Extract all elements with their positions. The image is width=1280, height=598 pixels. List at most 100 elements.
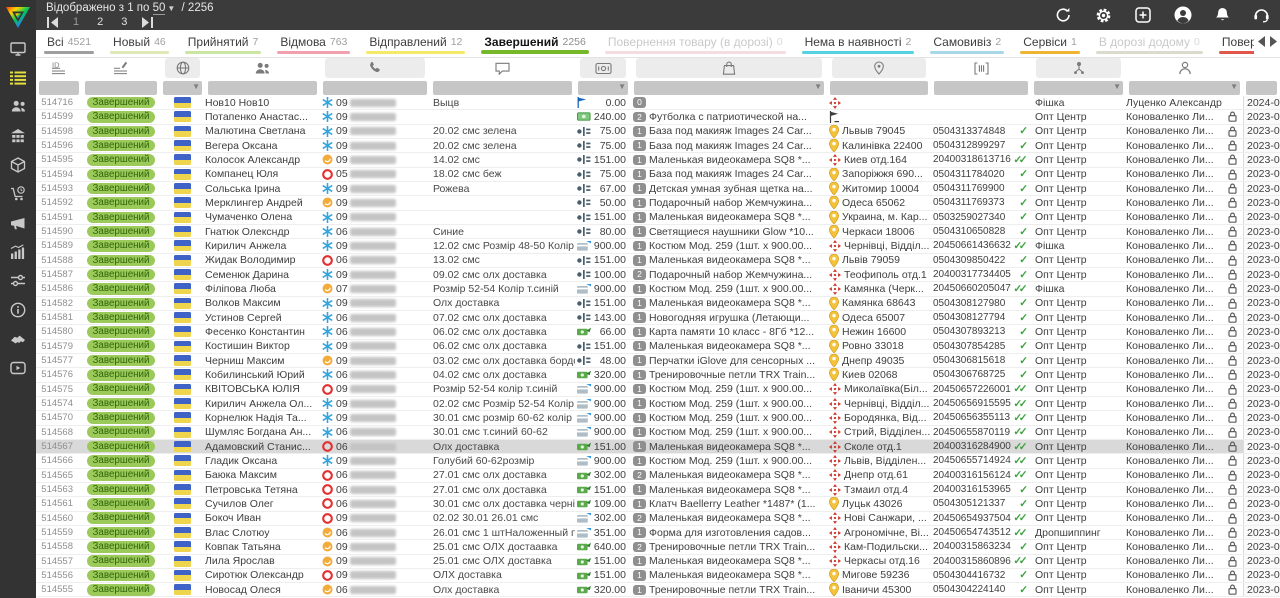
table-row[interactable]: 514574 Завершений Кирилич Анжела Ол... 0… xyxy=(36,397,1280,411)
sidebar-item-statistics[interactable] xyxy=(0,237,36,266)
table-row[interactable]: 514592 Завершений Мерклингер Андрей 09 5… xyxy=(36,196,1280,210)
table-row[interactable]: 514556 Завершений Сиротюк Олександр 09 О… xyxy=(36,569,1280,583)
filter-input-nm[interactable] xyxy=(208,81,317,95)
table-row[interactable]: 514598 Завершений Малютина Светлана 09 2… xyxy=(36,125,1280,139)
table-row[interactable]: 514570 Завершений Корнелюк Надія Та... 0… xyxy=(36,411,1280,425)
table-row[interactable]: 514593 Завершений Сольська Ірина 09 Роже… xyxy=(36,182,1280,196)
filter-input-st[interactable] xyxy=(85,81,157,95)
last-page-icon[interactable] xyxy=(141,17,154,28)
tab-vsi[interactable]: Всі 4521 xyxy=(36,30,102,57)
per-page-select[interactable]: 50 xyxy=(153,2,166,15)
tab-vidpravlenyi[interactable]: Відправлений 12 xyxy=(358,30,473,57)
column-header-mn[interactable] xyxy=(575,57,631,79)
tab-v-dorozi-dodomu[interactable]: В дорозі додому 0 xyxy=(1088,30,1211,57)
table-row[interactable]: 514716 Завершений Нов10 Нов10 09 Выцв 0.… xyxy=(36,96,1280,110)
sidebar-item-orders[interactable] xyxy=(0,63,36,92)
avatar-icon[interactable] xyxy=(1174,6,1192,24)
table-row[interactable]: 514566 Завершений Гладик Оксана 09 Голуб… xyxy=(36,454,1280,468)
tab-samovyviz[interactable]: Самовивіз 2 xyxy=(922,30,1012,57)
tab-povernennia-tovaru-v-dorozi[interactable]: Повернення товару (в дорозі) 0 xyxy=(597,30,794,57)
table-row[interactable]: 514575 Завершений КВІТОВСЬКА ЮЛІЯ 09 Роз… xyxy=(36,383,1280,397)
table-row[interactable]: 514581 Завершений Устинов Сергей 06 07.0… xyxy=(36,311,1280,325)
table-row[interactable]: 514560 Завершений Бокоч Иван 09 02.02 30… xyxy=(36,512,1280,526)
tab-novyi[interactable]: Новый 46 xyxy=(102,30,177,57)
sidebar-item-partners[interactable] xyxy=(0,324,36,353)
table-row[interactable]: 514595 Завершений Колосок Александр 09 1… xyxy=(36,153,1280,167)
filter-input-mg[interactable]: ▼ xyxy=(1129,81,1240,95)
table-row[interactable]: 514563 Завершений Петровська Тетяна 06 2… xyxy=(36,483,1280,497)
sidebar-item-products[interactable] xyxy=(0,150,36,179)
filter-input-mn[interactable]: ▼ xyxy=(578,81,628,95)
page-number-3[interactable]: 3 xyxy=(117,16,131,28)
table-row[interactable]: 514599 Завершений Потапенко Анастас... 0… xyxy=(36,110,1280,124)
column-header-fl[interactable] xyxy=(160,57,205,79)
sidebar-item-company[interactable] xyxy=(0,121,36,150)
table-row[interactable]: 514577 Завершений Черниш Максим 09 03.02… xyxy=(36,354,1280,368)
filter-input-pr[interactable]: ▼ xyxy=(634,81,824,95)
column-header-dt[interactable] xyxy=(1243,57,1280,79)
table-row[interactable]: 514586 Завершений Філіпова Люба 07 Розмі… xyxy=(36,282,1280,296)
bell-icon[interactable] xyxy=(1215,7,1230,23)
column-header-nm[interactable] xyxy=(205,57,320,79)
tab-label: Сервіси xyxy=(1023,35,1067,49)
tab-vidmova[interactable]: Відмова 763 xyxy=(269,30,358,57)
table-row[interactable]: 514587 Завершений Семенюк Дарина 09 09.0… xyxy=(36,268,1280,282)
support-icon[interactable] xyxy=(1253,7,1270,23)
page-number-1[interactable]: 1 xyxy=(69,16,83,28)
table-row[interactable]: 514591 Завершений Чумаченко Олена 09 151… xyxy=(36,211,1280,225)
filter-input-fl[interactable]: ▼ xyxy=(163,81,202,95)
column-header-st[interactable] xyxy=(82,57,160,79)
tab-scroll-right-icon[interactable] xyxy=(1269,36,1278,47)
tab-pryiniatyi[interactable]: Прийнятий 7 xyxy=(177,30,270,57)
filter-input-dt[interactable] xyxy=(1246,81,1277,95)
table-row[interactable]: 514589 Завершений Кирилич Анжела 09 12.0… xyxy=(36,239,1280,253)
tab-servisy[interactable]: Сервіси 1 xyxy=(1012,30,1088,57)
table-row[interactable]: 514594 Завершений Компанец Юля 05 18.02 … xyxy=(36,168,1280,182)
table-row[interactable]: 514565 Завершений Баюка Максим 06 27.01 … xyxy=(36,469,1280,483)
table-row[interactable]: 514568 Завершений Шумляс Богдана Ан... 0… xyxy=(36,426,1280,440)
filter-input-cm[interactable] xyxy=(433,81,572,95)
tab-nema-v-naiavnosti[interactable]: Нема в наявності 2 xyxy=(794,30,923,57)
column-header-pr[interactable] xyxy=(631,57,827,79)
sidebar-item-purchases[interactable] xyxy=(0,179,36,208)
column-header-ph[interactable] xyxy=(320,57,430,79)
add-icon[interactable] xyxy=(1135,7,1151,23)
table-row[interactable]: 514557 Завершений Лила Ярослав 09 25.01 … xyxy=(36,555,1280,569)
sidebar-item-tutorials[interactable] xyxy=(0,353,36,382)
column-header-id[interactable]: ID xyxy=(36,57,82,79)
column-header-mg[interactable] xyxy=(1126,57,1243,79)
column-header-sc[interactable] xyxy=(1031,57,1126,79)
sidebar-item-clients[interactable] xyxy=(0,92,36,121)
tab-zavershenyi[interactable]: Завершений 2256 xyxy=(473,30,596,57)
tab-povernennia-zavershenyi[interactable]: Повернення (завершений) 125 xyxy=(1211,30,1254,57)
table-row[interactable]: 514596 Завершений Вегера Оксана 09 20.02… xyxy=(36,139,1280,153)
sidebar-item-settings[interactable] xyxy=(0,266,36,295)
filter-input-tt[interactable] xyxy=(934,81,1028,95)
table-row[interactable]: 514582 Завершений Волков Максим 09 Олх д… xyxy=(36,297,1280,311)
filter-input-sc[interactable]: ▼ xyxy=(1034,81,1123,95)
table-row[interactable]: 514588 Завершений Жидак Володимир 06 13.… xyxy=(36,254,1280,268)
filter-input-ph[interactable] xyxy=(323,81,427,95)
tab-scroll-left-icon[interactable] xyxy=(1257,36,1266,47)
refresh-icon[interactable] xyxy=(1055,7,1072,23)
first-page-icon[interactable] xyxy=(46,17,59,28)
table-row[interactable]: 514576 Завершений Кобилинський Юрий 06 0… xyxy=(36,368,1280,382)
table-row[interactable]: 514590 Завершений Гнатюк Олексндр 06 Син… xyxy=(36,225,1280,239)
table-row[interactable]: 514579 Завершений Костишин Виктор 09 06.… xyxy=(36,340,1280,354)
filter-input-lc[interactable] xyxy=(830,81,928,95)
table-row[interactable]: 514555 Завершений Новосад Олеся 06 Олх д… xyxy=(36,583,1280,597)
column-header-lc[interactable] xyxy=(827,57,931,79)
table-row[interactable]: 514567 Завершений Адамовский Станис... 0… xyxy=(36,440,1280,454)
table-row[interactable]: 514561 Завершений Сучилов Олег 06 30.01 … xyxy=(36,497,1280,511)
column-header-tt[interactable] xyxy=(931,57,1031,79)
sidebar-item-info[interactable] xyxy=(0,295,36,324)
gear-icon[interactable] xyxy=(1095,7,1112,24)
sidebar-item-dashboard[interactable] xyxy=(0,34,36,63)
table-row[interactable]: 514580 Завершений Фесенко Константин 06 … xyxy=(36,325,1280,339)
table-row[interactable]: 514558 Завершений Ковпак Татьяна 09 25.0… xyxy=(36,540,1280,554)
filter-input-id[interactable] xyxy=(39,81,79,95)
sidebar-item-marketing[interactable] xyxy=(0,208,36,237)
page-number-2[interactable]: 2 xyxy=(93,16,107,28)
column-header-cm[interactable] xyxy=(430,57,575,79)
table-row[interactable]: 514559 Завершений Влас Слотюу 06 26.01 с… xyxy=(36,526,1280,540)
